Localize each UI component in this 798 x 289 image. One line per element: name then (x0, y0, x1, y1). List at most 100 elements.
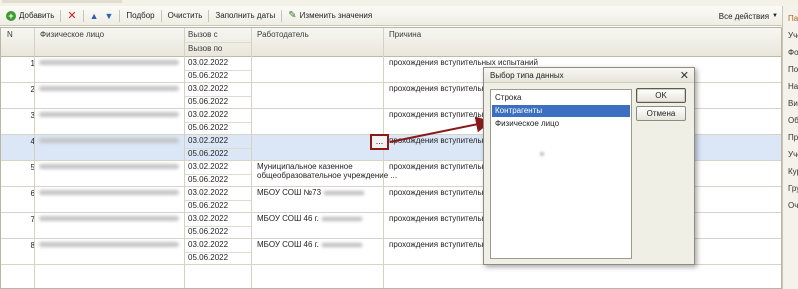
call-from-cell[interactable]: 03.02.2022 (188, 58, 228, 67)
row-number: 3 (30, 111, 35, 120)
cancel-button[interactable]: Отмена (636, 106, 686, 121)
reason-cell[interactable]: прохождения вступительн (389, 110, 486, 119)
person-redacted (39, 190, 179, 195)
reason-cell[interactable]: прохождения вступительных испытаний (389, 58, 538, 67)
right-panel-item[interactable]: Кур (788, 167, 798, 176)
employer-cell[interactable]: МБОУ СОШ 46 г. (257, 240, 362, 249)
right-panel-item[interactable]: Об (788, 116, 798, 125)
reason-cell[interactable]: прохождения вступительн (389, 162, 486, 171)
person-redacted (39, 242, 179, 247)
move-down-button[interactable]: ▼ (102, 8, 117, 24)
move-up-button[interactable]: ▲ (87, 8, 102, 24)
col-header-call-to[interactable]: Вызов по (185, 42, 222, 56)
ellipsis-button[interactable]: ... (370, 134, 389, 150)
reason-cell[interactable]: прохождения вступительн (389, 240, 486, 249)
col-header-call-from[interactable]: Вызов с (185, 28, 218, 42)
call-from-cell[interactable]: 03.02.2022 (188, 214, 228, 223)
toolbar: + Добавить ✕ ▲ ▼ Подбор Очистить Заполни… (0, 6, 782, 26)
select-data-type-dialog: Выбор типа данных ✕ Строка Контрагенты Физ… (483, 67, 695, 265)
row-number: 4 (30, 137, 35, 146)
call-to-cell[interactable]: 05.06.2022 (188, 253, 228, 262)
employer-text: Муниципальное казенное (257, 162, 353, 171)
call-from-cell[interactable]: 03.02.2022 (188, 188, 228, 197)
employer-text: МБОУ СОШ №73 (257, 188, 322, 197)
right-panel-item[interactable]: Па (788, 14, 798, 23)
call-from-cell[interactable]: 03.02.2022 (188, 84, 228, 93)
row-number: 1 (30, 59, 35, 68)
call-to-cell[interactable]: 05.06.2022 (188, 227, 228, 236)
right-panel-item[interactable]: Уче (788, 150, 798, 159)
delete-button[interactable]: ✕ (64, 8, 79, 24)
ok-button[interactable]: OK (636, 88, 686, 103)
employer-redacted (324, 190, 365, 195)
employer-cell[interactable]: МБОУ СОШ №73 (257, 188, 365, 197)
toolbar-separator (60, 9, 62, 22)
row-number: 7 (30, 215, 35, 224)
employer-cell-line2: общеобразовательное учреждение ... (257, 171, 398, 180)
dialog-titlebar: Выбор типа данных ✕ (484, 68, 694, 83)
employer-cell[interactable]: МБОУ СОШ 46 г. (257, 214, 362, 223)
cursor-mark (540, 152, 544, 156)
reason-cell[interactable]: прохождения вступительн (389, 84, 486, 93)
call-from-cell[interactable]: 03.02.2022 (188, 110, 228, 119)
person-redacted (39, 86, 179, 91)
call-from-cell[interactable]: 03.02.2022 (188, 162, 228, 171)
toolbar-separator (281, 9, 283, 22)
dialog-title: Выбор типа данных (490, 71, 564, 80)
call-from-cell[interactable]: 03.02.2022 (188, 240, 228, 249)
fill-dates-button[interactable]: Заполнить даты (212, 8, 278, 24)
call-to-cell[interactable]: 05.06.2022 (188, 201, 228, 210)
right-panel-item[interactable]: По (788, 65, 798, 74)
call-to-cell[interactable]: 05.06.2022 (188, 123, 228, 132)
right-panel-item[interactable]: Ви (788, 99, 798, 108)
person-redacted (39, 216, 179, 221)
data-type-item[interactable]: Физическое лицо (492, 118, 630, 130)
person-redacted (39, 138, 179, 143)
table-header: N Физическое лицо Вызов с Вызов по Работ… (1, 28, 781, 57)
call-to-cell[interactable]: 05.06.2022 (188, 175, 228, 184)
right-panel-item[interactable]: Оч (788, 201, 798, 210)
chevron-down-icon: ▼ (772, 13, 778, 19)
data-type-item[interactable]: Строка (492, 92, 630, 104)
call-from-cell[interactable]: 03.02.2022 (188, 136, 228, 145)
data-type-list[interactable]: Строка Контрагенты Физическое лицо (490, 89, 632, 259)
right-panel: Па Уче Фо По На Ви Об Пр Уче Кур Гру Оч (782, 6, 798, 289)
row-number: 5 (30, 163, 35, 172)
row-number: 8 (30, 241, 35, 250)
call-to-cell[interactable]: 05.06.2022 (188, 149, 228, 158)
row-number: 2 (30, 85, 35, 94)
right-panel-item[interactable]: Уче (788, 31, 798, 40)
person-redacted (39, 164, 179, 169)
select-button[interactable]: Подбор (123, 8, 157, 24)
toolbar-separator (82, 9, 84, 22)
arrow-up-icon: ▲ (89, 10, 99, 21)
reason-cell[interactable]: прохождения вступительн (389, 136, 486, 145)
right-panel-item[interactable]: На (788, 82, 798, 91)
reason-cell[interactable]: прохождения вступительн (389, 214, 486, 223)
pencil-icon: ✎ (288, 10, 297, 21)
col-header-n[interactable]: N (4, 28, 13, 42)
delete-icon: ✕ (67, 9, 77, 22)
call-to-cell[interactable]: 05.06.2022 (188, 97, 228, 106)
reason-cell[interactable]: прохождения вступительн (389, 188, 486, 197)
close-icon[interactable]: ✕ (680, 69, 689, 82)
person-redacted (39, 60, 179, 65)
toolbar-separator (160, 9, 162, 22)
toolbar-separator (119, 9, 121, 22)
employer-redacted (321, 242, 362, 247)
clear-button[interactable]: Очистить (165, 8, 206, 24)
right-panel-item[interactable]: Гру (788, 184, 798, 193)
change-values-button[interactable]: ✎ Изменить значения (285, 8, 375, 24)
all-actions-label: Все действия (718, 11, 770, 21)
add-button[interactable]: + Добавить (3, 8, 57, 24)
right-panel-item[interactable]: Пр (788, 133, 798, 142)
col-header-reason[interactable]: Причина (386, 28, 421, 42)
right-panel-item[interactable]: Фо (788, 48, 798, 57)
call-to-cell[interactable]: 05.06.2022 (188, 71, 228, 80)
employer-cell[interactable]: Муниципальное казенное (257, 162, 353, 171)
arrow-down-icon: ▼ (104, 10, 114, 21)
col-header-person[interactable]: Физическое лицо (37, 28, 104, 42)
col-header-employer[interactable]: Работодатель (254, 28, 309, 42)
data-type-item[interactable]: Контрагенты (492, 105, 630, 117)
all-actions-button[interactable]: Все действия ▼ (719, 8, 778, 24)
